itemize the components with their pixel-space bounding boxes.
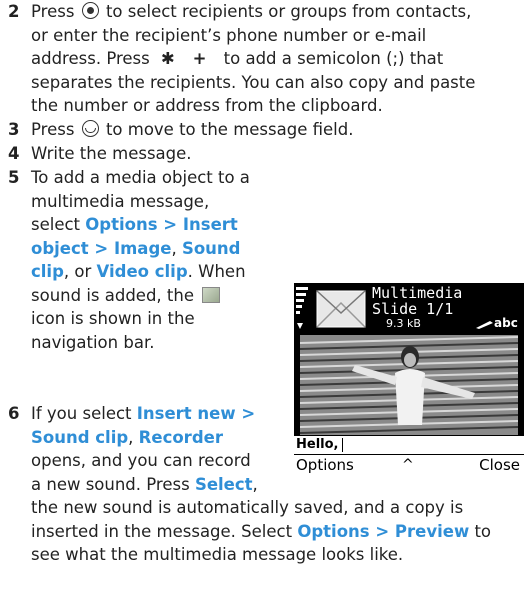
text-line: icon is shown in the (31, 309, 195, 328)
text-segment: Press (31, 2, 75, 21)
menu-path-options-insert: Options > Insert (85, 215, 238, 234)
text-segment: If you select (31, 404, 132, 423)
title-multimedia: Multimedia (372, 284, 463, 302)
step-number: 6 (8, 404, 20, 423)
close-softkey[interactable]: Close (479, 456, 520, 474)
step-text-continuation: the new sound is automatically saved, an… (31, 496, 523, 567)
text-line: or enter the recipient’s phone number or… (31, 25, 427, 45)
text-segment: a new sound. Press (31, 474, 190, 494)
menu-path-sound-clip: Sound clip (31, 427, 129, 447)
step-text: To add a media object to a multimedia me… (31, 166, 291, 354)
text-segment: select (31, 215, 81, 234)
text-segment: to (474, 521, 492, 541)
step-number: 2 (8, 2, 20, 21)
star-plus-keys-icon: ✱ + (161, 49, 213, 68)
step-text: Press to select recipients or groups fro… (31, 0, 475, 118)
scroll-key-down-icon (81, 120, 99, 137)
step-number: 4 (8, 144, 20, 163)
text-line: the new sound is automatically saved, an… (31, 498, 464, 517)
menu-path-recorder: Recorder (138, 427, 223, 447)
menu-path-select: Select (194, 474, 253, 494)
signal-strength-icon (296, 287, 308, 329)
step-3: 3 Press to move to the message field. (8, 118, 523, 142)
step-4: 4 Write the message. (8, 142, 523, 166)
text-segment: , (252, 474, 258, 494)
message-size: 9.3 kB (386, 317, 421, 330)
message-field[interactable]: Hello, (294, 436, 524, 454)
text-segment: to select recipients or groups from cont… (105, 2, 472, 21)
step-number: 5 (8, 168, 20, 187)
text-cursor (342, 438, 343, 452)
softkey-bar: Options ^ Close (294, 455, 524, 476)
text-line: multimedia message, (31, 191, 210, 211)
text-line: the number or address from the clipboard… (31, 96, 383, 115)
step-number: 3 (8, 120, 20, 139)
text-line: To add a media object to a (31, 168, 250, 187)
pen-icon (476, 321, 493, 329)
text-line: separates the recipients. You can also c… (31, 72, 476, 92)
text-segment: to move to the message field. (105, 120, 354, 139)
text-segment: Press (31, 120, 75, 139)
text-segment: , (171, 238, 177, 258)
text-segment: inserted in the message. Select (31, 521, 293, 541)
text-line: navigation bar. (31, 332, 155, 352)
menu-path-video-clip: Video clip (96, 262, 188, 281)
step-5: 5 To add a media object to a multimedia … (8, 166, 288, 403)
envelope-icon (316, 290, 366, 328)
menu-path-object-image: object > Image (31, 238, 172, 258)
input-mode-indicator: abc (494, 316, 518, 330)
text-segment: , or (63, 262, 92, 281)
text-line: see what the multimedia message looks li… (31, 545, 404, 564)
options-softkey[interactable]: Options (296, 456, 354, 474)
text-segment: to add a semicolon (;) that (223, 49, 444, 68)
scroll-key-center-icon (81, 2, 99, 19)
step-text: If you select Insert new > Sound clip, R… (31, 402, 258, 496)
menu-path-options-preview: Options > Preview (297, 521, 470, 541)
text-segment: sound is added, the (31, 285, 195, 305)
chevron-up-icon: ^ (402, 457, 414, 473)
sound-indicator-icon (202, 286, 221, 303)
step-text: Write the message. (31, 144, 192, 163)
step-2: 2 Press to select recipients or groups f… (8, 0, 523, 118)
text-segment: . When (187, 262, 246, 281)
title-slide-counter: Slide 1/1 (372, 300, 454, 318)
text-segment: , (128, 427, 134, 447)
menu-path-insert-new: Insert new > (136, 404, 256, 423)
phone-screenshot: Multimedia Slide 1/1 9.3 kB abc Hello, O… (294, 283, 524, 476)
message-text: Hello, (296, 437, 339, 452)
menu-path-clip: clip (31, 262, 64, 281)
menu-path-sound: Sound (181, 238, 241, 258)
step-text: Press to move to the message field. (31, 118, 353, 142)
photo-woman-on-steps (300, 335, 518, 435)
text-segment: address. Press (31, 49, 150, 68)
text-line: opens, and you can record (31, 451, 251, 470)
